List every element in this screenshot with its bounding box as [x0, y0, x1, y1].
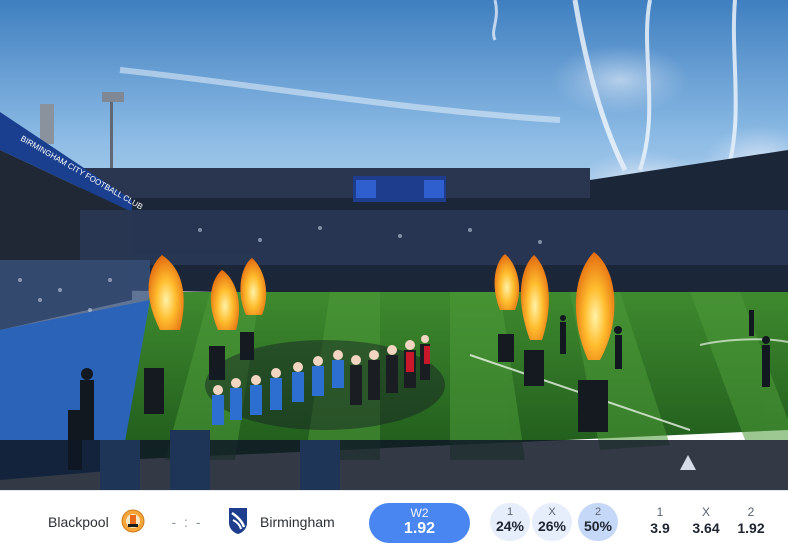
probability-away[interactable]: 2 50% — [578, 503, 618, 541]
blackpool-crest-icon — [121, 509, 145, 533]
odds-draw[interactable]: X 3.64 — [686, 505, 726, 537]
probability-home[interactable]: 1 24% — [490, 503, 530, 541]
match-card: BIRMINGHAM CITY FOOTBALL CLUB Blackpool … — [0, 0, 788, 552]
probability-draw[interactable]: X 26% — [532, 503, 572, 541]
away-team-name[interactable]: Birmingham — [260, 491, 335, 553]
stadium-hero-image: BIRMINGHAM CITY FOOTBALL CLUB — [0, 0, 788, 490]
pick-label: W2 — [410, 506, 429, 520]
odds-home[interactable]: 1 3.9 — [640, 505, 680, 537]
pick-odds-value: 1.92 — [403, 520, 436, 537]
recommended-pick-button[interactable]: W2 1.92 — [369, 503, 470, 543]
odds-away[interactable]: 2 1.92 — [731, 505, 771, 537]
birmingham-crest-icon — [229, 508, 247, 534]
match-score: - : - — [171, 514, 203, 530]
probability-value: 26% — [537, 518, 567, 534]
probability-label: 1 — [506, 506, 514, 518]
probability-value: 50% — [583, 518, 613, 534]
probability-label: X — [548, 506, 556, 518]
home-team-name[interactable]: Blackpool — [48, 491, 109, 553]
odds-value: 1.92 — [737, 520, 765, 536]
probability-label: 2 — [594, 506, 602, 518]
odds-value: 3.9 — [650, 520, 670, 536]
match-odds-bar: Blackpool - : - Birmingham W2 1.92 1 24%… — [0, 490, 788, 552]
odds-label: 2 — [747, 505, 755, 519]
odds-label: 1 — [656, 505, 664, 519]
odds-value: 3.64 — [692, 520, 720, 536]
odds-label: X — [701, 505, 710, 519]
probability-value: 24% — [495, 518, 525, 534]
